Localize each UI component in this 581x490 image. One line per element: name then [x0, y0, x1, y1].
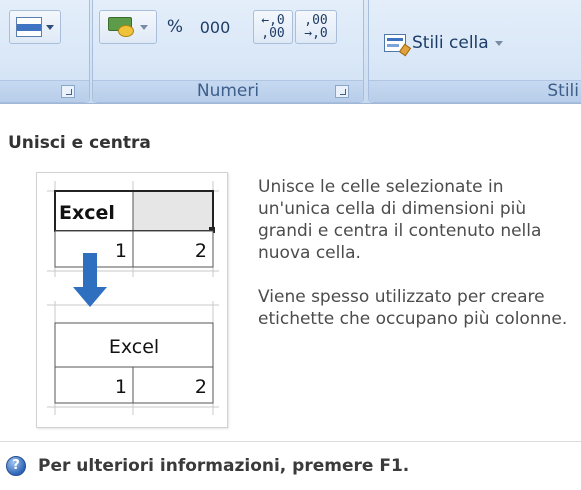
cell-styles-button[interactable]: Stili cella [379, 28, 539, 58]
merge-preview-graphic: Excel 1 2 Excel 1 2 [47, 181, 219, 415]
increase-decimal-icon: ←,0 ,00 [261, 13, 285, 41]
after-cell-b2: 2 [195, 376, 207, 398]
cell-styles-icon [384, 34, 412, 57]
help-text: Per ulteriori informazioni, premere F1. [38, 456, 410, 476]
chevron-down-icon [46, 24, 54, 30]
before-cell-a2: 1 [115, 240, 127, 262]
merge-preview-image: Excel 1 2 Excel 1 2 [36, 172, 228, 428]
increase-decimal-button[interactable]: ←,0 ,00 [253, 10, 293, 44]
cell-styles-label: Stili cella [412, 33, 489, 53]
currency-format-button[interactable] [99, 10, 157, 44]
decrease-decimal-icon: ,00 →,0 [304, 13, 328, 41]
merge-center-icon [16, 17, 42, 37]
tooltip-description-line-1: Unisce le celle selezionate in un'unica … [258, 177, 542, 263]
tooltip-help-row: ? Per ulteriori informazioni, premere F1… [6, 456, 409, 476]
help-icon: ? [6, 456, 26, 476]
dialog-launcher-icon[interactable] [335, 85, 349, 98]
ribbon-group-alignment [0, 0, 90, 103]
after-merged-cell: Excel [109, 336, 159, 358]
tooltip-divider [0, 441, 581, 442]
group-label-styles: Stili [369, 80, 581, 102]
currency-icon [108, 15, 136, 39]
tooltip-description: Unisce le celle selezionate in un'unica … [258, 176, 578, 352]
ribbon-group-styles: Stili cella Stili [368, 0, 581, 103]
ribbon: % 000 ←,0 ,00 ,00 →,0 Numeri Stili cella [0, 0, 581, 104]
group-label-numbers: Numeri [93, 80, 363, 102]
chevron-down-icon [494, 40, 503, 46]
before-cell-b2: 2 [195, 240, 207, 262]
chevron-down-icon [140, 24, 148, 30]
percent-style-button[interactable]: % [159, 10, 191, 44]
after-table: Excel 1 2 [54, 322, 214, 404]
group-label-alignment [0, 80, 89, 102]
thousands-label: 000 [199, 17, 231, 37]
dialog-launcher-icon[interactable] [61, 85, 75, 98]
ribbon-group-numbers: % 000 ←,0 ,00 ,00 →,0 Numeri [92, 0, 364, 103]
merge-center-button[interactable] [9, 10, 61, 44]
group-label-styles-text: Stili [547, 81, 579, 101]
tooltip-description-line-2: Viene spesso utilizzato per creare etich… [258, 287, 568, 329]
after-cell-a2: 1 [115, 376, 127, 398]
thousands-separator-button[interactable]: 000 [193, 10, 237, 44]
percent-label: % [166, 17, 184, 37]
tooltip-title: Unisci e centra [8, 133, 151, 153]
group-label-numbers-text: Numeri [196, 81, 260, 101]
before-cell-a1: Excel [59, 202, 115, 224]
decrease-decimal-button[interactable]: ,00 →,0 [295, 10, 337, 44]
before-table: Excel 1 2 [54, 190, 215, 268]
